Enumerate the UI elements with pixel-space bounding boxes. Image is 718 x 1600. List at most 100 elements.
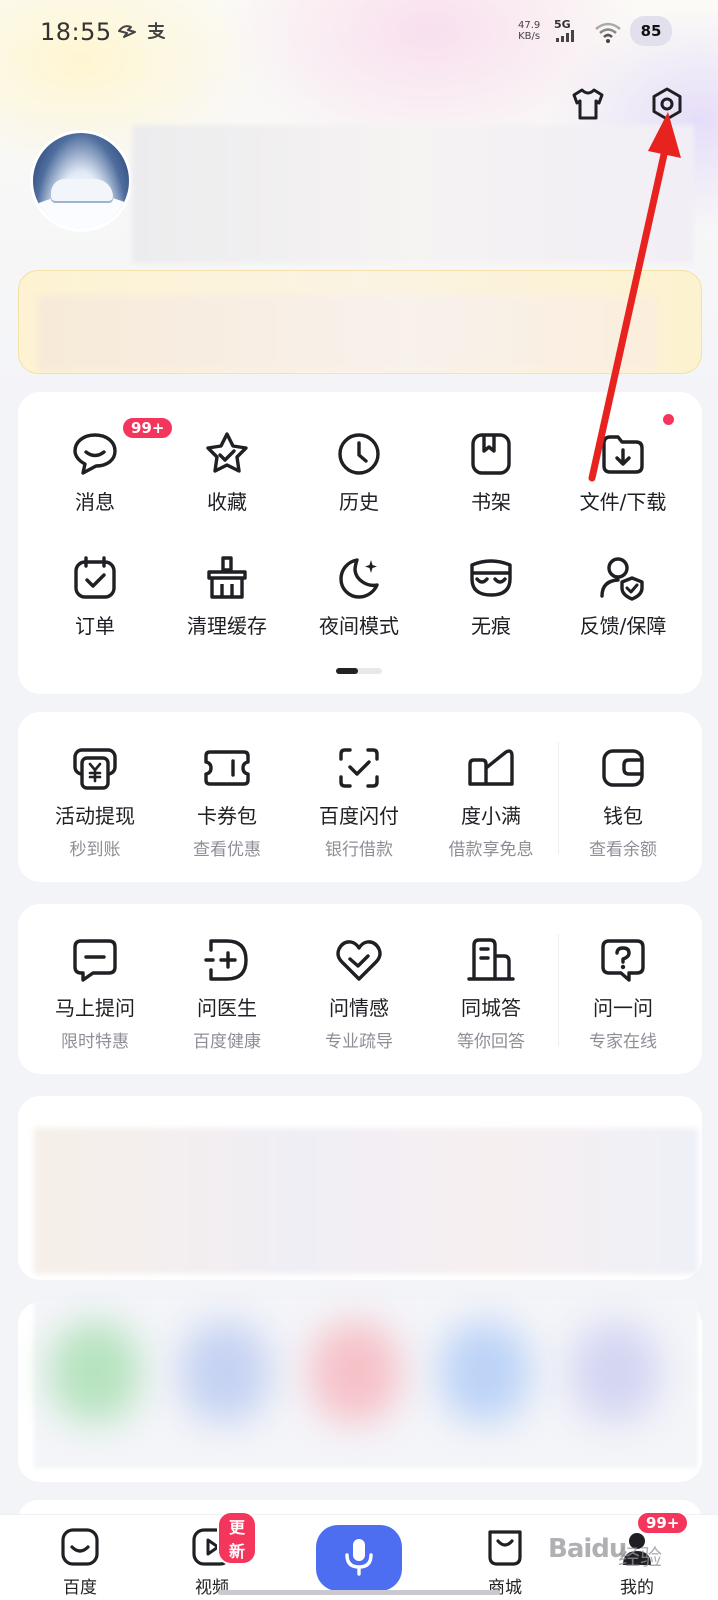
page-indicator-active (336, 668, 358, 674)
grid-item-feedback[interactable]: 反馈/保障 (557, 552, 689, 639)
blurred-content-1 (34, 1128, 698, 1274)
tab-video[interactable]: 视频 更新 (167, 1511, 257, 1598)
finance-item-coupons[interactable]: 卡券包 查看优惠 (161, 742, 293, 860)
cash-withdraw-icon (69, 742, 121, 794)
grid-item-label: 反馈/保障 (579, 614, 667, 638)
grid-item-clean-cache[interactable]: 清理缓存 (161, 552, 293, 639)
finance-item-label: 度小满 (461, 804, 521, 828)
folder-download-icon (597, 428, 649, 480)
order-calendar-icon (69, 552, 121, 604)
star-icon (201, 428, 253, 480)
bookshelf-icon (465, 428, 517, 480)
baidu-home-icon (35, 1525, 125, 1569)
network-speed-value: 47.9 (518, 20, 541, 31)
grid-item-favorites[interactable]: 收藏 (161, 428, 293, 515)
page-indicator (336, 668, 382, 674)
quick-access-card: 消息 99+ 收藏 历史 书架 文件/下载 订单 清理缓存 夜间模式 无痕 反馈… (18, 392, 702, 694)
service-item-ask-emotion[interactable]: 问情感 专业疏导 (293, 934, 425, 1052)
grid-item-label: 文件/下载 (579, 490, 667, 514)
coupon-icon (201, 742, 253, 794)
grid-item-incognito[interactable]: 无痕 (425, 552, 557, 639)
home-indicator (218, 1590, 500, 1595)
service-item-label: 同城答 (461, 996, 521, 1020)
service-item-local-answers[interactable]: 同城答 等你回答 (425, 934, 557, 1052)
tab-shop[interactable]: 商城 (460, 1525, 550, 1598)
grid-item-label: 历史 (339, 490, 379, 514)
network-speed-unit: KB/s (518, 31, 541, 42)
service-item-label: 马上提问 (55, 996, 135, 1020)
service-item-label: 问一问 (593, 996, 653, 1020)
finance-item-label: 卡券包 (197, 804, 257, 828)
voice-search-button[interactable] (316, 1525, 402, 1591)
finance-card: 活动提现 秒到账 卡券包 查看优惠 百度闪付 银行借款 度小满 借款享免息 钱包… (18, 712, 702, 882)
finance-item-label: 百度闪付 (319, 804, 399, 828)
doctor-icon (201, 934, 253, 986)
tab-baidu[interactable]: 百度 (35, 1525, 125, 1598)
moon-icon (333, 552, 385, 604)
grid-item-label: 收藏 (207, 490, 247, 514)
grid-item-label: 夜间模式 (319, 614, 399, 638)
status-time: 18:55 (40, 18, 112, 46)
settings-gear-icon[interactable] (647, 84, 687, 124)
finance-item-flash-pay[interactable]: 百度闪付 银行借款 (293, 742, 425, 860)
shirt-icon[interactable] (568, 84, 608, 124)
battery-level: 85 (630, 16, 672, 46)
blurred-blob (50, 1322, 140, 1422)
avatar[interactable] (30, 130, 132, 232)
shop-bag-icon (460, 1525, 550, 1569)
finance-item-subtitle: 查看余额 (589, 840, 657, 860)
question-icon (597, 934, 649, 986)
service-item-subtitle: 限时特惠 (61, 1032, 129, 1052)
status-bar: 18:55 47.9 KB/s 5G 85 (0, 0, 718, 64)
service-item-subtitle: 百度健康 (193, 1032, 261, 1052)
grid-item-label: 清理缓存 (187, 614, 267, 638)
clock-icon (333, 428, 385, 480)
finance-item-label: 活动提现 (55, 804, 135, 828)
grid-item-orders[interactable]: 订单 (29, 552, 161, 639)
signal-bars-icon (556, 30, 574, 42)
microphone-icon (343, 1536, 375, 1580)
notification-app-icon (116, 22, 138, 44)
finance-item-subtitle: 银行借款 (325, 840, 393, 860)
grid-item-history[interactable]: 历史 (293, 428, 425, 515)
clean-cache-icon (201, 552, 253, 604)
tab-label: 百度 (63, 1578, 97, 1598)
vip-banner-blurred-content (37, 295, 657, 371)
finance-item-cash-withdraw[interactable]: 活动提现 秒到账 (29, 742, 161, 860)
avatar-house-shape (51, 179, 113, 201)
feedback-shield-icon (597, 552, 649, 604)
finance-item-subtitle: 秒到账 (69, 840, 121, 860)
blurred-blob (440, 1322, 530, 1422)
service-item-ask-now[interactable]: 马上提问 限时特惠 (29, 934, 161, 1052)
service-item-ask-doctor[interactable]: 问医生 百度健康 (161, 934, 293, 1052)
finance-item-duxiaoman[interactable]: 度小满 借款享免息 (425, 742, 557, 860)
service-item-subtitle: 等你回答 (457, 1032, 525, 1052)
finance-item-label: 钱包 (603, 804, 643, 828)
update-badge: 更新 (217, 1511, 257, 1565)
service-item-ask-expert[interactable]: 问一问 专家在线 (557, 934, 689, 1052)
service-item-subtitle: 专业疏导 (325, 1032, 393, 1052)
grid-item-night-mode[interactable]: 夜间模式 (293, 552, 425, 639)
wifi-icon (594, 20, 622, 48)
grid-item-label: 无痕 (471, 614, 511, 638)
blurred-blob (180, 1322, 270, 1422)
profile-info-blurred (132, 125, 694, 263)
service-item-label: 问医生 (197, 996, 257, 1020)
vip-banner-card[interactable] (18, 270, 702, 374)
services-card: 马上提问 限时特惠 问医生 百度健康 问情感 专业疏导 同城答 等你回答 问一问… (18, 904, 702, 1074)
finance-item-subtitle: 查看优惠 (193, 840, 261, 860)
ask-icon (69, 934, 121, 986)
finance-item-subtitle: 借款享免息 (448, 840, 534, 860)
grid-item-messages[interactable]: 消息 99+ (29, 416, 175, 515)
grid-item-bookshelf[interactable]: 书架 (425, 428, 557, 515)
grid-item-label: 订单 (75, 614, 115, 638)
notification-badge: 99+ (636, 1511, 690, 1535)
finance-item-wallet[interactable]: 钱包 查看余额 (557, 742, 689, 860)
watermark: Baidu (548, 1534, 627, 1564)
service-item-subtitle: 专家在线 (589, 1032, 657, 1052)
grid-item-label: 书架 (471, 490, 511, 514)
grid-item-files-download[interactable]: 文件/下载 (557, 414, 689, 515)
tab-label: 我的 (620, 1578, 654, 1598)
duxiaoman-icon (465, 742, 517, 794)
blurred-blob (310, 1322, 400, 1422)
